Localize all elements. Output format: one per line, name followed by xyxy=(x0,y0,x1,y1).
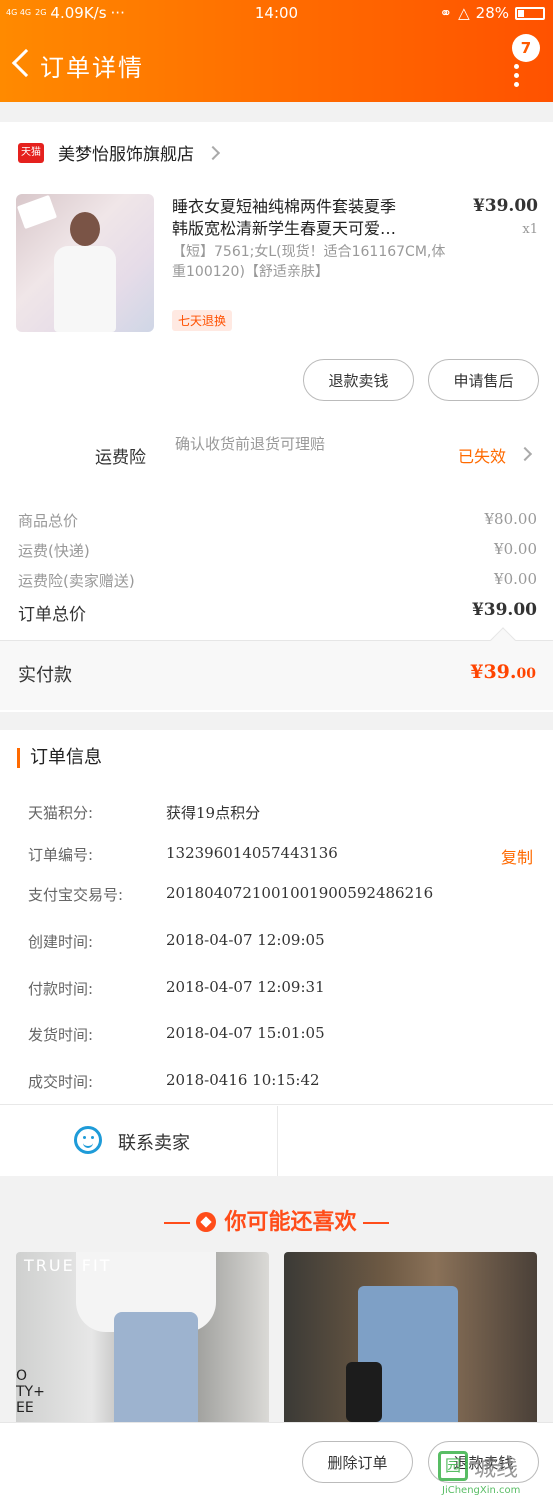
info-row-paid: 付款时间: 2018-04-07 12:09:31 xyxy=(28,978,535,999)
recommend-title-text: 你可能还喜欢 xyxy=(224,1210,357,1235)
app-header: 4G 4G 2G 4.09K/s ··· 14:00 ⚭ △ 28% 订单详情 … xyxy=(0,0,553,102)
info-row-points: 天猫积分: 获得19点积分 xyxy=(28,802,535,823)
info-value: 2018040721001001900592486216 xyxy=(166,884,434,902)
shop-link[interactable]: 天猫 美梦怡服饰旗舰店 xyxy=(18,140,221,165)
summary-label: 订单总价 xyxy=(18,605,86,625)
tmall-logo-icon: 天猫 xyxy=(18,142,44,163)
battery-percent: 28% xyxy=(475,4,509,22)
contact-seller-label: 联系卖家 xyxy=(118,1133,190,1154)
info-label: 订单编号: xyxy=(28,846,94,864)
heart-icon xyxy=(196,1212,217,1232)
payment-value: ¥39.00 xyxy=(470,661,536,683)
info-value: 132396014057443136 xyxy=(166,844,338,862)
summary-goods: 商品总价 ¥80.00 xyxy=(18,510,537,531)
payment-label: 实付款 xyxy=(18,665,72,686)
summary-label: 运费(快递) xyxy=(18,542,90,560)
headset-icon: ⚭ xyxy=(439,4,453,22)
watermark-logo: 园 xyxy=(438,1451,468,1481)
actual-payment: 实付款 ¥39.00 xyxy=(0,627,553,710)
battery-icon xyxy=(515,6,545,20)
product-title-line1: 睡衣女夏短袖纯棉两件套装夏季 xyxy=(172,197,397,216)
insurance-label: 运费险 xyxy=(95,448,146,468)
info-value: 2018-0416 10:15:42 xyxy=(166,1071,320,1089)
back-icon[interactable] xyxy=(10,48,32,80)
summary-value: ¥0.00 xyxy=(494,570,537,588)
insurance-status: 已失效 xyxy=(458,447,507,466)
product-title[interactable]: 睡衣女夏短袖纯棉两件套装夏季 韩版宽松清新学生春夏天可爱… xyxy=(172,196,462,240)
product-price: ¥39.00 xyxy=(472,196,538,216)
divider xyxy=(0,1104,553,1105)
product-image[interactable] xyxy=(16,194,154,332)
payment-value-cents: 00 xyxy=(516,666,536,682)
watermark: 园 城线 JiChengXin.com xyxy=(438,1451,550,1497)
recommend-title: 你可能还喜欢 xyxy=(0,1204,553,1236)
recommend-item-text: O TY+ EE xyxy=(16,1368,45,1416)
chevron-right-icon xyxy=(517,446,533,462)
order-card: 天猫 美梦怡服饰旗舰店 睡衣女夏短袖纯棉两件套装夏季 韩版宽松清新学生春夏天可爱… xyxy=(0,122,553,712)
info-label: 付款时间: xyxy=(28,980,94,998)
page-title: 订单详情 xyxy=(40,54,144,82)
dash-decoration xyxy=(362,1222,389,1224)
summary-shipping: 运费(快递) ¥0.00 xyxy=(18,540,537,561)
dash-decoration xyxy=(164,1222,191,1224)
info-row-created: 创建时间: 2018-04-07 12:09:05 xyxy=(28,931,535,952)
shop-name[interactable]: 美梦怡服饰旗舰店 xyxy=(58,140,194,165)
watermark-name: 城线 xyxy=(474,1457,519,1482)
info-value: 获得19点积分 xyxy=(166,804,261,822)
chevron-right-icon xyxy=(205,145,221,160)
info-label: 成交时间: xyxy=(28,1073,94,1091)
summary-value: ¥39.00 xyxy=(471,600,537,620)
info-row-order-number: 订单编号: 132396014057443136 复制 xyxy=(28,844,535,868)
recommend-item[interactable]: TRUE FIT O TY+ EE xyxy=(16,1252,269,1436)
summary-value: ¥0.00 xyxy=(494,540,537,558)
more-menu-icon[interactable] xyxy=(514,64,520,87)
message-badge[interactable]: 7 xyxy=(512,34,540,62)
shipping-insurance-row[interactable]: 运费险 确认收货前退货可理赔 已失效 xyxy=(0,427,553,487)
refund-button[interactable]: 退款卖钱 xyxy=(303,359,414,401)
chat-smile-icon xyxy=(74,1126,102,1154)
summary-label: 商品总价 xyxy=(18,512,79,530)
info-row-alipay-number: 支付宝交易号: 2018040721001001900592486216 xyxy=(28,884,535,905)
bottom-action-bar: 删除订单 退款卖钱 园 城线 JiChengXin.com xyxy=(0,1422,553,1500)
copy-button[interactable]: 复制 xyxy=(501,844,533,868)
info-label: 天猫积分: xyxy=(28,804,94,822)
product-quantity: x1 xyxy=(522,222,538,237)
product-sku: 【短】7561;女L(现货！适合161167CM,体重100120)【舒适亲肤】 xyxy=(172,244,446,280)
summary-total: 订单总价 ¥39.00 xyxy=(18,600,537,625)
recommend-item[interactable] xyxy=(284,1252,537,1436)
recommend-item-brand: TRUE FIT xyxy=(24,1256,112,1275)
info-label: 支付宝交易号: xyxy=(28,886,124,904)
recommendations: 你可能还喜欢 TRUE FIT O TY+ EE xyxy=(0,1196,553,1436)
payment-value-main: ¥39. xyxy=(470,661,517,683)
order-info-heading: 订单信息 xyxy=(17,748,102,768)
info-value: 2018-04-07 12:09:05 xyxy=(166,931,325,949)
summary-label: 运费险(卖家赠送) xyxy=(18,572,135,590)
summary-insurance: 运费险(卖家赠送) ¥0.00 xyxy=(18,570,537,591)
order-info-card: 订单信息 天猫积分: 获得19点积分 订单编号: 132396014057443… xyxy=(0,730,553,1176)
nav-bar: 订单详情 7 xyxy=(0,34,553,92)
mute-icon: △ xyxy=(458,4,470,22)
info-label: 创建时间: xyxy=(28,933,94,951)
info-row-shipped: 发货时间: 2018-04-07 15:01:05 xyxy=(28,1024,535,1045)
summary-value: ¥80.00 xyxy=(484,510,538,528)
after-sales-button[interactable]: 申请售后 xyxy=(428,359,539,401)
delete-order-button[interactable]: 删除订单 xyxy=(302,1441,413,1483)
product-title-line2: 韩版宽松清新学生春夏天可爱… xyxy=(172,219,397,238)
insurance-desc: 确认收货前退货可理赔 xyxy=(175,435,326,453)
watermark-url: JiChengXin.com xyxy=(442,1485,521,1496)
info-value: 2018-04-07 15:01:05 xyxy=(166,1024,325,1042)
status-bar: 4G 4G 2G 4.09K/s ··· 14:00 ⚭ △ 28% xyxy=(0,4,553,26)
info-value: 2018-04-07 12:09:31 xyxy=(166,978,325,996)
contact-seller-button[interactable]: 联系卖家 xyxy=(0,1106,278,1176)
info-label: 发货时间: xyxy=(28,1026,94,1044)
info-row-completed: 成交时间: 2018-0416 10:15:42 xyxy=(28,1071,535,1092)
return-policy-tag: 七天退换 xyxy=(172,310,233,331)
